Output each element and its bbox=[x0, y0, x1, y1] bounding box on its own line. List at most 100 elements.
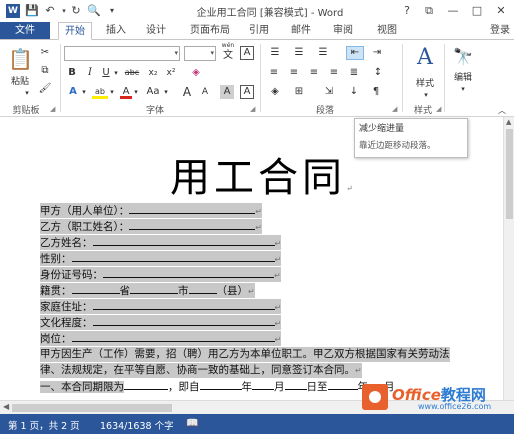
document-title[interactable]: 用工合同↵ bbox=[170, 145, 357, 203]
save-icon[interactable]: 💾 bbox=[24, 3, 40, 19]
tab-design[interactable]: 设计 bbox=[140, 22, 172, 40]
document-line[interactable]: 岗位： ↵ bbox=[40, 331, 282, 346]
login-link[interactable]: 登录 bbox=[490, 22, 510, 40]
text-highlight-button[interactable]: ab bbox=[92, 85, 108, 99]
distributed-icon[interactable]: ≣ bbox=[346, 66, 362, 80]
tab-review[interactable]: 审阅 bbox=[328, 22, 358, 40]
enclose-characters-icon[interactable]: A bbox=[240, 46, 254, 60]
show-hide-marks-icon[interactable]: ¶ bbox=[368, 85, 384, 99]
minimize-button[interactable]: — bbox=[444, 3, 462, 19]
vertical-scrollbar[interactable]: ▲ bbox=[503, 117, 514, 400]
font-name-combobox[interactable]: ▾ bbox=[64, 46, 180, 61]
document-line[interactable]: 甲方因生产（工作）需要，招（聘）用乙方为本单位职工。甲乙双方根据国家有关劳动法 bbox=[40, 347, 450, 362]
justify-icon[interactable]: ≡ bbox=[326, 66, 342, 80]
redo-icon[interactable]: ↻ bbox=[68, 3, 84, 19]
format-painter-icon[interactable]: 🖌 bbox=[38, 82, 52, 96]
close-button[interactable]: ✕ bbox=[492, 3, 510, 19]
binoculars-icon[interactable]: 🔭 bbox=[452, 46, 474, 68]
document-line[interactable]: 律、法规规定，在平等自愿、协商一致的基础上，同意签订本合同。↵ bbox=[40, 363, 362, 378]
help-button[interactable]: ? bbox=[398, 3, 416, 19]
document-line[interactable]: 乙方姓名： ↵ bbox=[40, 235, 282, 250]
highlight-dropdown-icon[interactable]: ▾ bbox=[108, 85, 116, 99]
styles-icon[interactable]: A bbox=[412, 44, 438, 72]
subscript-button[interactable]: x₂ bbox=[146, 66, 160, 80]
word-count[interactable]: 1634/1638 个字 bbox=[100, 418, 174, 432]
tab-mailings[interactable]: 邮件 bbox=[286, 22, 316, 40]
document-line[interactable]: 籍贯：省市（县）↵ bbox=[40, 283, 255, 298]
paragraph-mark-icon: ↵ bbox=[255, 223, 262, 232]
strikethrough-button[interactable]: abc bbox=[122, 66, 142, 80]
group-label-font: 字体 bbox=[145, 106, 164, 116]
tab-references[interactable]: 引用 bbox=[244, 22, 274, 40]
vertical-scroll-thumb[interactable] bbox=[506, 129, 513, 219]
superscript-button[interactable]: x² bbox=[164, 66, 178, 80]
editing-dropdown-icon[interactable]: ▾ bbox=[458, 82, 468, 96]
collapse-ribbon-icon[interactable]: ︿ bbox=[496, 104, 508, 118]
ribbon-display-options-button[interactable]: ⧉ bbox=[420, 3, 438, 19]
shading-icon[interactable]: ◈ bbox=[266, 85, 284, 99]
change-case-button[interactable]: Aa bbox=[144, 85, 162, 99]
clear-formatting-icon[interactable]: ◈ bbox=[188, 66, 204, 80]
increase-indent-button[interactable]: ⇥ bbox=[368, 46, 386, 60]
document-page[interactable]: 用工合同↵ 甲方（用人单位）： ↵ 乙方（职工姓名）： ↵ 乙方姓名： ↵ 性别： ↵ … bbox=[10, 117, 503, 400]
document-line[interactable]: 一、本合同期限为，即自年月日至年月 bbox=[40, 379, 395, 394]
scroll-left-icon[interactable]: ◀ bbox=[3, 402, 9, 411]
page-count[interactable]: 第 1 页，共 2 页 bbox=[8, 418, 80, 432]
paste-icon[interactable]: 📋 bbox=[8, 46, 33, 72]
font-launcher-icon[interactable]: ◢ bbox=[250, 105, 255, 113]
blank-field bbox=[129, 203, 256, 214]
copy-icon[interactable]: ⧉ bbox=[38, 64, 52, 78]
font-color-button[interactable]: A bbox=[120, 85, 132, 99]
print-preview-icon[interactable]: 🔍 bbox=[86, 3, 102, 19]
tab-file[interactable]: 文件 bbox=[0, 22, 50, 40]
bullets-icon[interactable]: ☰ bbox=[266, 46, 284, 60]
italic-button[interactable]: I bbox=[84, 66, 96, 80]
font-color-dropdown-icon[interactable]: ▾ bbox=[132, 85, 140, 99]
multilevel-list-icon[interactable]: ☰ bbox=[314, 46, 332, 60]
text-effects-button[interactable]: A bbox=[66, 85, 80, 99]
horizontal-scroll-thumb[interactable] bbox=[12, 404, 172, 412]
text-effects-dropdown-icon[interactable]: ▾ bbox=[80, 85, 88, 99]
character-border-button[interactable]: A bbox=[240, 85, 254, 99]
align-right-icon[interactable]: ≡ bbox=[306, 66, 322, 80]
align-center-icon[interactable]: ≡ bbox=[286, 66, 302, 80]
tab-view[interactable]: 视图 bbox=[372, 22, 402, 40]
shrink-font-button[interactable]: A bbox=[198, 85, 212, 99]
document-line[interactable]: 文化程度： ↵ bbox=[40, 315, 282, 330]
document-line[interactable]: 甲方（用人单位）： ↵ bbox=[40, 203, 262, 218]
font-size-combobox[interactable]: ▾ bbox=[184, 46, 216, 61]
borders-icon[interactable]: ⊞ bbox=[290, 85, 308, 99]
document-line[interactable]: 性别： ↵ bbox=[40, 251, 282, 266]
document-line[interactable]: 家庭住址： ↵ bbox=[40, 299, 282, 314]
underline-button[interactable]: U bbox=[100, 66, 112, 80]
numbering-icon[interactable]: ☰ bbox=[290, 46, 308, 60]
document-line[interactable]: 身份证号码： ↵ bbox=[40, 267, 281, 282]
styles-dropdown-icon[interactable]: ▾ bbox=[420, 88, 432, 102]
chinese-layout-icon[interactable]: ⇲ bbox=[320, 85, 338, 99]
document-line[interactable]: 乙方（职工姓名）： ↵ bbox=[40, 219, 262, 234]
align-left-icon[interactable]: ≡ bbox=[266, 66, 282, 80]
paragraph-launcher-icon[interactable]: ◢ bbox=[392, 105, 397, 113]
scroll-up-icon[interactable]: ▲ bbox=[506, 118, 511, 126]
change-case-dropdown-icon[interactable]: ▾ bbox=[162, 85, 170, 99]
character-shading-button[interactable]: A bbox=[220, 85, 234, 99]
decrease-indent-button[interactable]: ⇤ bbox=[346, 46, 364, 60]
phonetic-guide-icon[interactable]: 文 bbox=[220, 49, 236, 63]
maximize-button[interactable]: □ bbox=[468, 3, 486, 19]
styles-launcher-icon[interactable]: ◢ bbox=[436, 105, 441, 113]
grow-font-button[interactable]: A bbox=[180, 85, 194, 99]
tab-page-layout[interactable]: 页面布局 bbox=[182, 22, 238, 40]
clipboard-launcher-icon[interactable]: ◢ bbox=[50, 105, 55, 113]
tab-home[interactable]: 开始 bbox=[58, 22, 92, 40]
word-app-icon[interactable]: W bbox=[6, 4, 20, 18]
cut-icon[interactable]: ✂ bbox=[38, 46, 52, 60]
customize-qat-icon[interactable]: ▾ bbox=[104, 3, 120, 19]
tab-insert[interactable]: 插入 bbox=[100, 22, 132, 40]
bold-button[interactable]: B bbox=[66, 66, 78, 80]
sort-icon[interactable]: ↓ bbox=[346, 85, 362, 99]
proofing-icon[interactable]: 📖 bbox=[186, 418, 198, 429]
status-bar: 第 1 页，共 2 页 1634/1638 个字 📖 bbox=[0, 414, 514, 434]
paste-dropdown-icon[interactable]: ▾ bbox=[20, 86, 34, 100]
line-spacing-icon[interactable]: ↕ bbox=[370, 66, 386, 80]
underline-dropdown-icon[interactable]: ▾ bbox=[112, 66, 120, 80]
